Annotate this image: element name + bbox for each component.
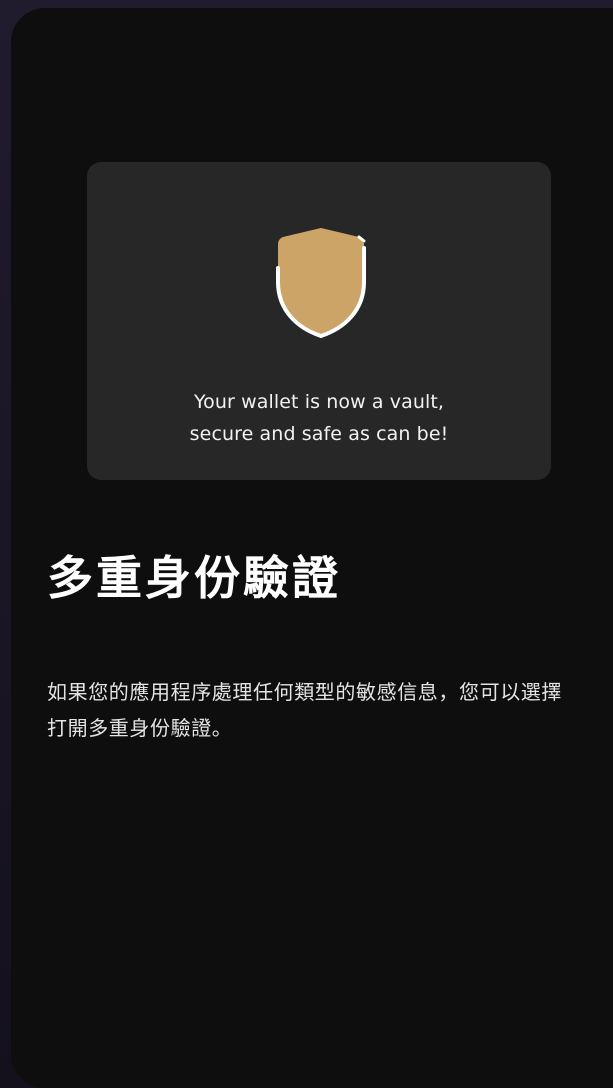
page-description: 如果您的應用程序處理任何類型的敏感信息，您可以選擇打開多重身份驗證。: [47, 680, 562, 740]
card-caption-line-1: Your wallet is now a vault,: [193, 391, 445, 413]
shield-icon: [276, 228, 366, 339]
security-illustration-card: Your wallet is now a vault, secure and s…: [87, 162, 551, 480]
app-screen: Your wallet is now a vault, secure and s…: [11, 8, 613, 1088]
page-title: 多重身份驗證: [47, 551, 341, 605]
card-caption-line-2: secure and safe as can be!: [189, 423, 449, 445]
card-caption: Your wallet is now a vault, secure and s…: [87, 386, 551, 450]
